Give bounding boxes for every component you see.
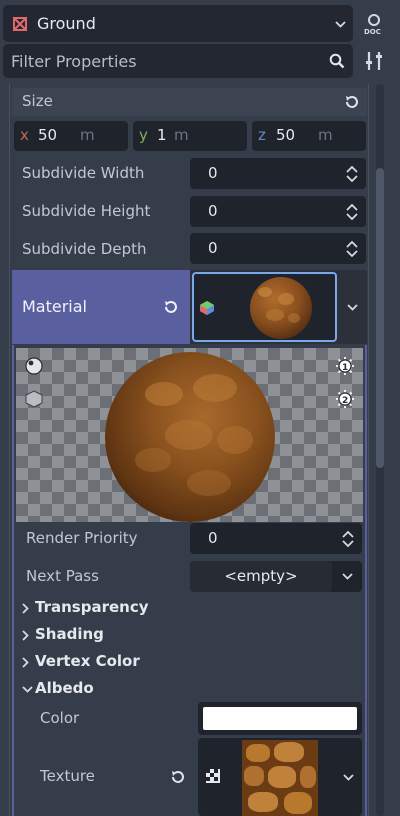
chevron-right-icon bbox=[22, 630, 29, 641]
section-title: Shading bbox=[35, 625, 104, 643]
texture-thumbnail bbox=[242, 740, 318, 816]
subdivide-height-field[interactable]: 0 bbox=[190, 196, 366, 227]
subdivide-width-value: 0 bbox=[208, 164, 218, 182]
chevron-down-icon bbox=[22, 686, 33, 693]
chevron-down-icon[interactable] bbox=[335, 21, 346, 28]
size-x-field[interactable]: x 50 m bbox=[14, 121, 128, 151]
texture-2d-icon bbox=[206, 769, 220, 783]
preview-sphere bbox=[105, 352, 275, 522]
revert-icon[interactable] bbox=[344, 94, 360, 110]
material-label: Material bbox=[22, 297, 87, 316]
z-axis-label: z bbox=[258, 126, 266, 144]
svg-text:1: 1 bbox=[342, 363, 348, 373]
spin-arrows-icon[interactable] bbox=[346, 165, 358, 183]
filter-properties-input[interactable]: Filter Properties bbox=[3, 44, 353, 78]
albedo-color-picker[interactable] bbox=[198, 702, 362, 735]
render-priority-label: Render Priority bbox=[26, 529, 138, 547]
search-icon bbox=[329, 53, 345, 69]
albedo-texture-label: Texture bbox=[40, 767, 95, 785]
chevron-right-icon bbox=[22, 603, 29, 614]
standard-material-icon bbox=[200, 301, 214, 315]
size-x-unit: m bbox=[80, 126, 95, 144]
subdivide-depth-value: 0 bbox=[208, 239, 218, 257]
x-axis-label: x bbox=[20, 126, 29, 144]
subdivide-depth-label: Subdivide Depth bbox=[22, 240, 147, 258]
material-resource-picker[interactable] bbox=[192, 272, 337, 342]
mesh-node-icon bbox=[13, 17, 27, 31]
size-z-field[interactable]: z 50 m bbox=[252, 121, 366, 151]
render-priority-value: 0 bbox=[208, 529, 218, 547]
doc-icon[interactable]: DOC bbox=[362, 12, 386, 36]
light-2-icon[interactable]: 2 bbox=[336, 390, 354, 408]
next-pass-value-box[interactable]: <empty> bbox=[190, 561, 332, 592]
next-pass-label: Next Pass bbox=[26, 567, 99, 585]
material-preview: 1 2 bbox=[16, 348, 363, 522]
albedo-texture-picker[interactable] bbox=[198, 738, 362, 816]
section-title: Transparency bbox=[35, 598, 149, 616]
chevron-down-icon[interactable] bbox=[343, 774, 354, 781]
albedo-color-label: Color bbox=[40, 709, 80, 727]
material-row: Material bbox=[12, 270, 367, 344]
subdivide-depth-field[interactable]: 0 bbox=[190, 233, 366, 264]
color-swatch[interactable] bbox=[203, 707, 357, 730]
filter-placeholder: Filter Properties bbox=[11, 52, 137, 71]
next-pass-picker[interactable]: <empty> bbox=[190, 561, 362, 592]
scrollbar-track[interactable] bbox=[376, 84, 384, 816]
size-z-value: 50 bbox=[276, 126, 296, 144]
spin-arrows-icon[interactable] bbox=[346, 203, 358, 221]
revert-icon[interactable] bbox=[170, 769, 186, 785]
size-x-value: 50 bbox=[38, 126, 58, 144]
revert-icon[interactable] bbox=[163, 299, 179, 315]
size-y-value: 1 bbox=[157, 126, 167, 144]
subdivide-height-value: 0 bbox=[208, 202, 218, 220]
y-axis-label: y bbox=[139, 126, 148, 144]
material-thumbnail bbox=[250, 277, 312, 339]
size-label: Size bbox=[22, 92, 53, 110]
scrollbar-thumb[interactable] bbox=[376, 168, 384, 468]
spin-arrows-icon[interactable] bbox=[346, 240, 358, 258]
chevron-right-icon bbox=[22, 657, 29, 668]
section-title: Vertex Color bbox=[35, 652, 140, 670]
chevron-down-icon[interactable] bbox=[347, 304, 358, 311]
material-label-block[interactable]: Material bbox=[12, 270, 190, 344]
subdivide-width-field[interactable]: 0 bbox=[190, 158, 366, 189]
sphere-preview-icon[interactable] bbox=[25, 357, 43, 375]
size-y-unit: m bbox=[174, 126, 189, 144]
subdivide-height-label: Subdivide Height bbox=[22, 202, 151, 220]
light-1-icon[interactable]: 1 bbox=[336, 357, 354, 375]
tools-icon[interactable] bbox=[365, 51, 383, 71]
next-pass-value: <empty> bbox=[224, 567, 298, 585]
box-preview-icon[interactable] bbox=[25, 390, 43, 408]
size-header: Size bbox=[12, 88, 367, 116]
size-z-unit: m bbox=[318, 126, 333, 144]
chevron-down-icon[interactable] bbox=[342, 573, 353, 580]
subdivide-width-label: Subdivide Width bbox=[22, 164, 145, 182]
size-y-field[interactable]: y 1 m bbox=[133, 121, 247, 151]
node-header[interactable]: Ground bbox=[3, 5, 353, 42]
svg-text:2: 2 bbox=[342, 396, 348, 406]
spin-arrows-icon[interactable] bbox=[342, 530, 354, 548]
svg-text:DOC: DOC bbox=[364, 28, 381, 36]
render-priority-field[interactable]: 0 bbox=[190, 523, 362, 554]
section-title: Albedo bbox=[35, 679, 94, 697]
node-name: Ground bbox=[37, 14, 96, 33]
